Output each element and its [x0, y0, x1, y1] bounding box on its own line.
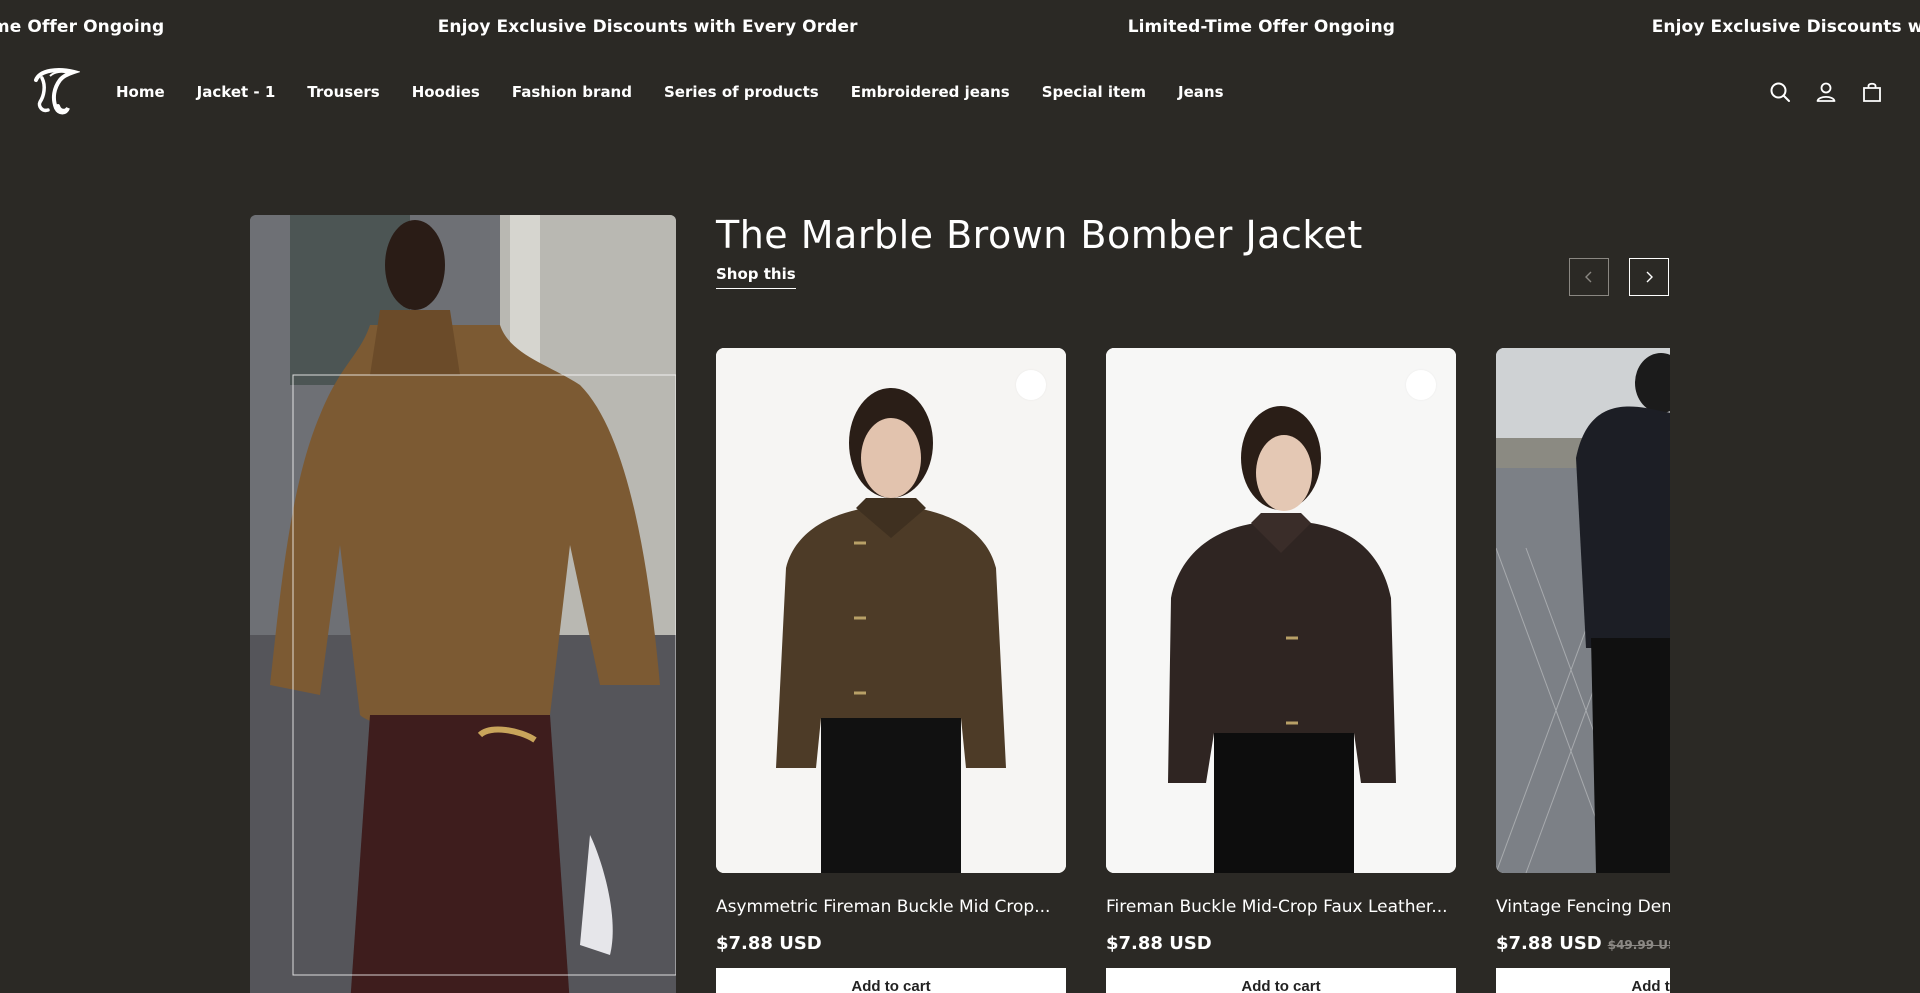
product-price: $7.88 USD	[1496, 933, 1602, 954]
price-row: $7.88 USD	[1106, 933, 1456, 954]
nav-item-embroidered-jeans[interactable]: Embroidered jeans	[851, 83, 1010, 101]
search-icon[interactable]	[1768, 80, 1792, 104]
site-header: Home Jacket - 1 Trousers Hoodies Fashion…	[0, 54, 1920, 130]
wishlist-button[interactable]	[1406, 370, 1436, 400]
add-to-cart-button[interactable]: Add to cart	[1106, 968, 1456, 993]
add-to-cart-button[interactable]: Add to cart	[716, 968, 1066, 993]
shop-this-link[interactable]: Shop this	[716, 265, 796, 289]
product-image[interactable]	[716, 348, 1066, 873]
product-compare-price: $49.99 USD	[1607, 938, 1670, 952]
chevron-left-icon	[1585, 271, 1592, 283]
nav-item-home[interactable]: Home	[116, 83, 165, 101]
model-brown-jacket-image	[250, 215, 676, 993]
nav-item-series-of-products[interactable]: Series of products	[664, 83, 819, 101]
nav-item-jacket[interactable]: Jacket - 1	[197, 83, 276, 101]
product-title[interactable]: Asymmetric Fireman Buckle Mid Crop...	[716, 897, 1066, 917]
price-row: $7.88 USD $49.99 USD	[1496, 933, 1670, 954]
product-card[interactable]: Vintage Fencing Denim $7.88 USD $49.99 U…	[1496, 348, 1670, 993]
account-icon[interactable]	[1814, 80, 1838, 104]
announcement-bar: ime Offer Ongoing Enjoy Exclusive Disc…	[0, 0, 1920, 54]
lookbook-image	[250, 215, 676, 993]
nav-item-hoodies[interactable]: Hoodies	[412, 83, 480, 101]
wishlist-button[interactable]	[1016, 370, 1046, 400]
product-price: $7.88 USD	[1106, 933, 1212, 954]
nav-item-jeans[interactable]: Jeans	[1178, 83, 1223, 101]
announcement-text: Enjoy Exclusive Discounts with Every Or…	[424, 17, 872, 37]
product-photo	[716, 348, 1066, 873]
price-row: $7.88 USD	[716, 933, 1066, 954]
nav-item-fashion-brand[interactable]: Fashion brand	[512, 83, 632, 101]
product-card[interactable]: Asymmetric Fireman Buckle Mid Crop... $7…	[716, 348, 1066, 993]
cart-icon[interactable]	[1860, 80, 1884, 104]
product-price: $7.88 USD	[716, 933, 822, 954]
header-actions	[1768, 80, 1884, 104]
product-image[interactable]	[1496, 348, 1670, 873]
brand-logo[interactable]	[30, 66, 80, 118]
announcement-text: Enjoy Exclusive Discounts with	[1638, 17, 1920, 37]
product-image[interactable]	[1106, 348, 1456, 873]
chevron-right-icon	[1646, 271, 1653, 283]
nav-item-trousers[interactable]: Trousers	[307, 83, 379, 101]
product-title[interactable]: Vintage Fencing Denim	[1496, 897, 1670, 917]
main-nav: Home Jacket - 1 Trousers Hoodies Fashion…	[116, 83, 1256, 101]
announcement-text: Limited-Time Offer Ongoing	[1114, 17, 1409, 37]
collection-title: The Marble Brown Bomber Jacket	[716, 213, 1363, 257]
product-card[interactable]: Fireman Buckle Mid-Crop Faux Leather... …	[1106, 348, 1456, 993]
nav-item-special-item[interactable]: Special item	[1042, 83, 1146, 101]
carousel-next-button[interactable]	[1629, 258, 1669, 296]
announcement-text: ime Offer Ongoing	[0, 17, 178, 37]
product-carousel: Asymmetric Fireman Buckle Mid Crop... $7…	[716, 348, 1670, 993]
product-photo	[1496, 348, 1670, 873]
product-title[interactable]: Fireman Buckle Mid-Crop Faux Leather...	[1106, 897, 1456, 917]
product-photo	[1106, 348, 1456, 873]
add-to-cart-button[interactable]: Add to cart	[1496, 968, 1670, 993]
carousel-prev-button[interactable]	[1569, 258, 1609, 296]
